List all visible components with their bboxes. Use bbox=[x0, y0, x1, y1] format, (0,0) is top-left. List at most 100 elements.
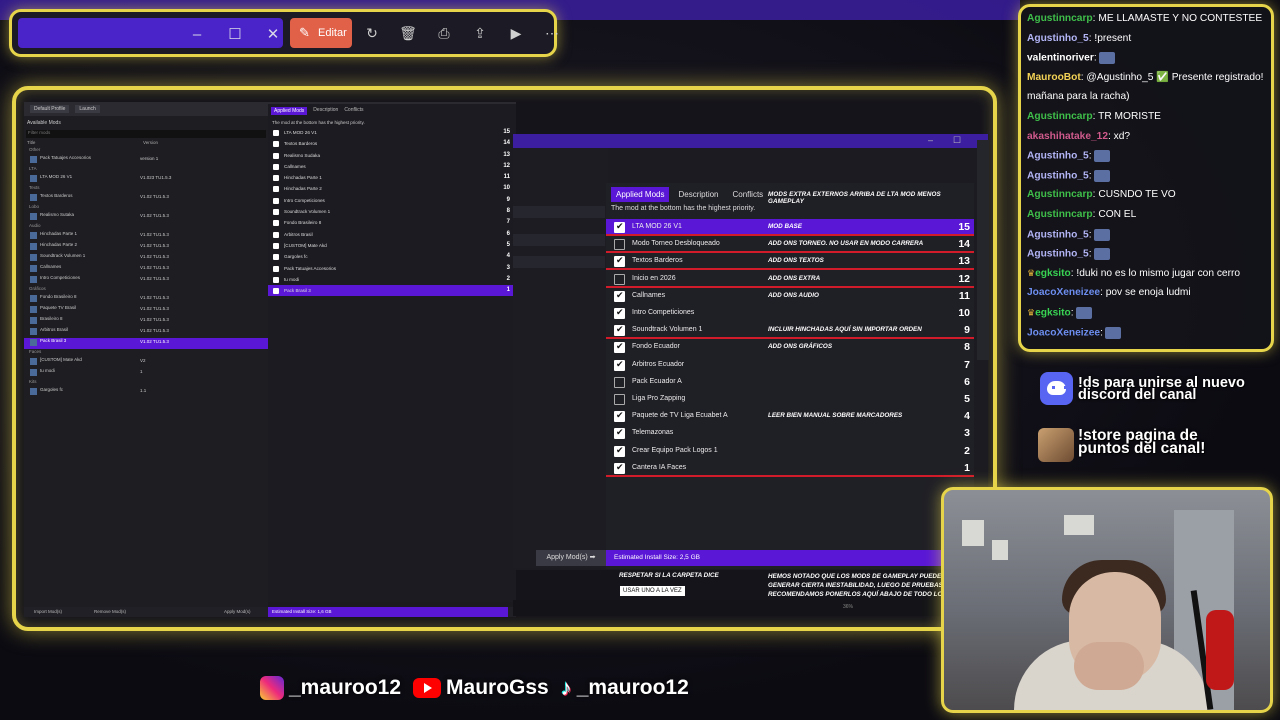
checkbox[interactable] bbox=[614, 273, 625, 285]
list-item[interactable]: Pack Tatuajes Accesorios version 1 bbox=[24, 155, 268, 166]
maximize-button[interactable]: ☐ bbox=[224, 24, 246, 46]
checkbox[interactable] bbox=[614, 376, 625, 388]
tab-description[interactable]: Description bbox=[673, 187, 723, 202]
list-item[interactable]: Pack Tatuajes Accesorios 3 bbox=[268, 263, 516, 274]
checkbox[interactable] bbox=[614, 462, 625, 474]
list-item[interactable]: Gargoles fc 4 bbox=[268, 251, 516, 262]
list-item[interactable]: Textos Barderos 14 bbox=[268, 138, 516, 149]
checkbox[interactable] bbox=[614, 290, 625, 302]
list-item[interactable]: Gargoles fc 1.1 bbox=[24, 387, 268, 398]
list-item[interactable]: Callnames ADD ONS AUDIO 11 bbox=[606, 288, 974, 305]
list-item[interactable]: LTA MOD 26 V1 MOD BASE 15 bbox=[606, 219, 974, 237]
list-item[interactable]: Intro Competiciones 9 bbox=[268, 195, 516, 206]
list-item[interactable]: Cantera IA Faces 1 bbox=[606, 460, 974, 477]
checkbox[interactable] bbox=[273, 254, 279, 261]
minimize-button[interactable]: – bbox=[186, 24, 208, 46]
list-item[interactable]: Arbitros Brasil V1.02 TU1.5.3 bbox=[24, 327, 268, 338]
list-item[interactable]: Hinchadas Parte 1 11 bbox=[268, 172, 516, 183]
checkbox[interactable] bbox=[273, 265, 279, 272]
apply-mods-button[interactable]: Apply Mod(s) ➡ bbox=[536, 550, 606, 566]
launch-button[interactable]: Launch bbox=[75, 105, 100, 113]
checkbox[interactable] bbox=[273, 175, 279, 182]
checkbox[interactable] bbox=[273, 288, 279, 295]
list-item[interactable]: Fondo Brasileiro 8 7 bbox=[268, 217, 516, 228]
list-item[interactable]: Telemazonas 3 bbox=[606, 425, 974, 442]
checkbox[interactable] bbox=[273, 163, 279, 170]
share-icon[interactable]: ⇪ bbox=[470, 23, 490, 43]
list-item[interactable]: Liga Pro Zapping 5 bbox=[606, 391, 974, 408]
tab-conflicts[interactable]: Conflicts bbox=[728, 187, 769, 202]
tab-applied-mods[interactable]: Applied Mods bbox=[611, 187, 670, 202]
slideshow-icon[interactable]: ▶ bbox=[506, 23, 526, 43]
list-item[interactable]: Paquete de TV Liga Ecuabet A LEER BIEN MA… bbox=[606, 408, 974, 425]
checkbox[interactable] bbox=[273, 130, 279, 136]
print-icon[interactable]: ⎙ bbox=[434, 23, 454, 43]
checkbox[interactable] bbox=[614, 255, 625, 268]
checkbox[interactable] bbox=[614, 221, 625, 233]
list-item[interactable]: Fondo Brasileiro 8 V1.02 TU1.5.3 bbox=[24, 294, 268, 305]
list-item[interactable]: Hinchadas Parte 1 V1.02 TU1.5.3 bbox=[24, 231, 268, 242]
list-item[interactable]: Brasileiro 8 V1.02 TU1.5.3 bbox=[24, 316, 268, 327]
list-item[interactable]: tu modi 2 bbox=[268, 274, 516, 285]
list-item[interactable]: LTA MOD 26 V1 V1.023 TU1.5.3 bbox=[24, 174, 268, 185]
checkbox[interactable] bbox=[273, 209, 279, 216]
checkbox[interactable] bbox=[614, 359, 625, 371]
list-item[interactable]: Hinchadas Parte 2 10 bbox=[268, 183, 516, 194]
list-item[interactable]: Arbitros Ecuador 7 bbox=[606, 357, 974, 374]
list-item[interactable]: Callnames 12 bbox=[268, 161, 516, 172]
close-button[interactable]: ✕ bbox=[262, 24, 284, 46]
list-item[interactable]: Modo Torneo Desbloqueado ADD ONS TORNEO. … bbox=[606, 236, 974, 254]
checkbox[interactable] bbox=[614, 239, 625, 251]
tab-conflicts[interactable]: Conflicts bbox=[344, 107, 363, 115]
trash-icon[interactable]: 🗑 bbox=[398, 23, 418, 43]
checkbox[interactable] bbox=[273, 220, 279, 227]
list-item[interactable]: Hinchadas Parte 2 V1.02 TU1.5.3 bbox=[24, 242, 268, 253]
reorder-controls[interactable] bbox=[977, 140, 989, 360]
checkbox[interactable] bbox=[273, 197, 279, 204]
checkbox[interactable] bbox=[614, 427, 625, 440]
minimize-button[interactable]: – bbox=[928, 135, 933, 145]
filter-input[interactable]: Filter mods bbox=[26, 130, 266, 138]
list-item[interactable]: Soundtrack Volumen 1 8 bbox=[268, 206, 516, 217]
list-item[interactable]: [CUSTOM] Mate Akd V2 bbox=[24, 357, 268, 368]
apply-button[interactable]: Apply Mod(s) bbox=[224, 609, 251, 614]
checkbox[interactable] bbox=[614, 410, 625, 423]
rotate-icon[interactable]: ↻ bbox=[362, 23, 382, 43]
maximize-button[interactable]: ☐ bbox=[953, 135, 961, 146]
checkbox[interactable] bbox=[614, 324, 625, 337]
checkbox[interactable] bbox=[614, 445, 625, 457]
list-item[interactable]: Arbitros Brasil 6 bbox=[268, 229, 516, 240]
list-item[interactable]: Inicio en 2026 ADD ONS EXTRA 12 bbox=[606, 271, 974, 288]
edit-button[interactable]: ✎ Editar bbox=[290, 18, 352, 48]
list-item[interactable]: Realismo Sudaka 13 bbox=[268, 150, 516, 161]
list-item[interactable]: Pack Brasil 3 V1.02 TU1.5.3 bbox=[24, 338, 268, 349]
checkbox[interactable] bbox=[614, 307, 625, 319]
checkbox[interactable] bbox=[273, 141, 279, 148]
checkbox[interactable] bbox=[273, 276, 279, 283]
remove-button[interactable]: Remove Mod(s) bbox=[94, 609, 126, 614]
list-item[interactable]: Paquete TV Brasil V1.02 TU1.5.3 bbox=[24, 305, 268, 316]
list-item[interactable]: Intro Competiciones 10 bbox=[606, 305, 974, 322]
checkbox[interactable] bbox=[614, 341, 625, 354]
tab-description[interactable]: Description bbox=[313, 107, 338, 115]
checkbox[interactable] bbox=[273, 242, 279, 249]
list-item[interactable]: Textos Barderos V1.02 TU1.5.3 bbox=[24, 193, 268, 204]
checkbox[interactable] bbox=[614, 394, 625, 405]
checkbox[interactable] bbox=[273, 152, 279, 159]
more-icon[interactable]: ⋯ bbox=[542, 23, 562, 43]
list-item[interactable]: tu modi 1 bbox=[24, 368, 268, 379]
list-item[interactable]: LTA MOD 26 V1 15 bbox=[268, 127, 516, 138]
list-item[interactable]: Intro Competiciones V1.02 TU1.5.3 bbox=[24, 275, 268, 286]
zoom-level[interactable]: 36% bbox=[843, 604, 853, 610]
list-item[interactable]: Soundtrack Volumen 1 INCLUIR HINCHADAS AQ… bbox=[606, 322, 974, 340]
list-item[interactable]: Fondo Ecuador ADD ONS GRÁFICOS 8 bbox=[606, 339, 974, 356]
list-item[interactable]: Crear Equipo Pack Logos 1 2 bbox=[606, 443, 974, 460]
import-button[interactable]: Import Mod(s) bbox=[34, 609, 62, 614]
list-item[interactable]: Realismo Sutaka V1.02 TU1.5.3 bbox=[24, 212, 268, 223]
list-item[interactable]: Textos Barderos ADD ONS TEXTOS 13 bbox=[606, 253, 974, 271]
checkbox[interactable] bbox=[273, 186, 279, 193]
list-item[interactable]: Soundtrack Volumen 1 V1.02 TU1.5.3 bbox=[24, 253, 268, 264]
list-item[interactable]: Pack Ecuador A 6 bbox=[606, 374, 974, 391]
list-item[interactable]: Callnames V1.02 TU1.5.3 bbox=[24, 264, 268, 275]
checkbox[interactable] bbox=[273, 231, 279, 238]
